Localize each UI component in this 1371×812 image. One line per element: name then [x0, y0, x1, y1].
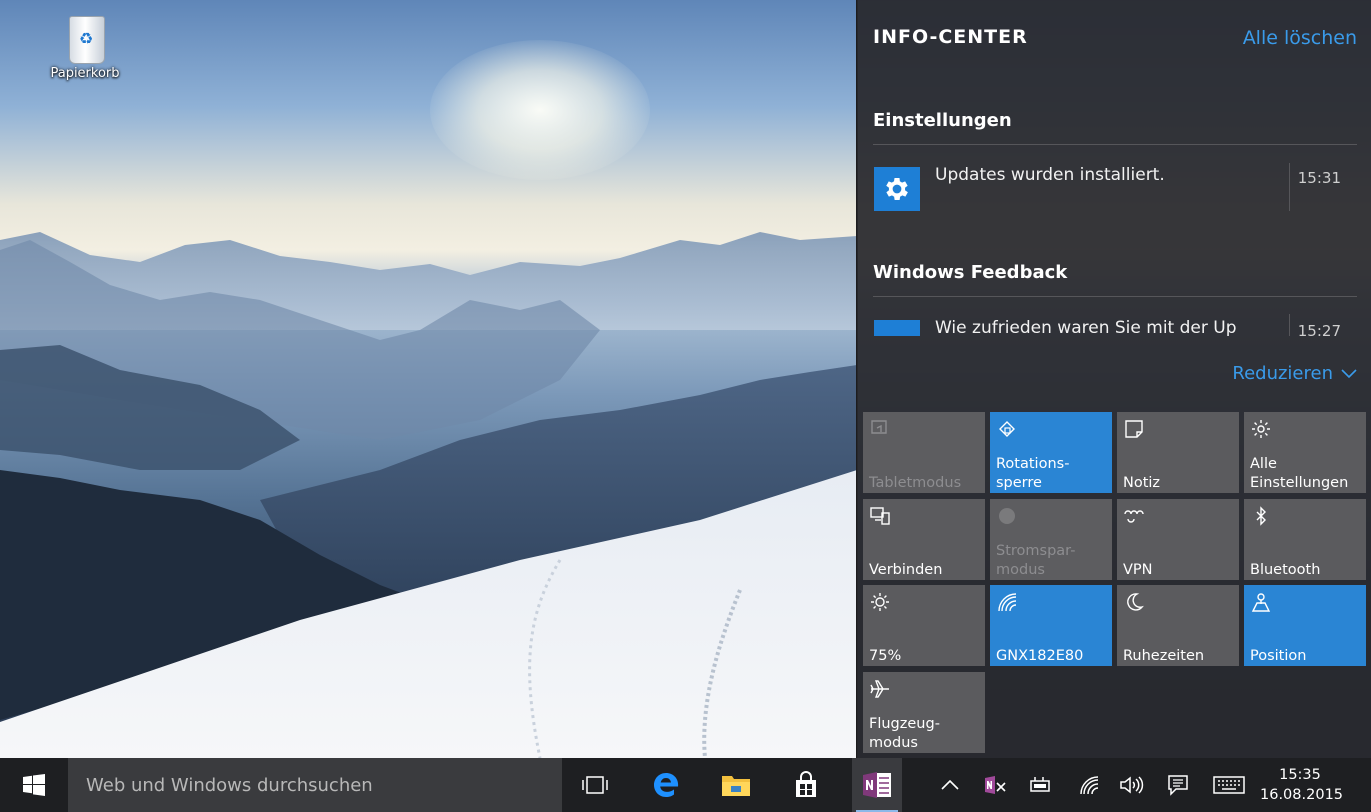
chevron-down-icon	[1341, 368, 1357, 378]
onenote-tray-icon	[985, 776, 1006, 794]
quick-action-label: VPN	[1123, 562, 1153, 578]
notification-separator	[1289, 163, 1290, 211]
wifi-icon	[996, 591, 1018, 613]
quick-action-label: Stromspar-modus	[996, 543, 1076, 578]
clear-all-link[interactable]: Alle löschen	[1243, 27, 1357, 49]
connect-icon	[869, 505, 891, 527]
onenote-tray-button[interactable]	[980, 758, 1010, 812]
edge-icon	[654, 773, 679, 797]
notification-feedback[interactable]: Wie zufrieden waren Sie mit der Up 15:27	[873, 314, 1357, 336]
group-divider	[873, 144, 1357, 145]
vpn-icon	[1123, 505, 1145, 527]
quick-action-label: Notiz	[1123, 475, 1161, 491]
quick-action-tablet-mode[interactable]: Tabletmodus	[863, 412, 985, 493]
volume-icon	[1120, 776, 1144, 794]
quick-action-label: GNX182E80	[996, 648, 1084, 664]
action-center-button[interactable]	[1162, 758, 1194, 812]
bluetooth-icon	[1250, 505, 1272, 527]
notification-text: Updates wurden installiert.	[935, 165, 1165, 185]
notification-text: Wie zufrieden waren Sie mit der Up	[935, 318, 1237, 336]
windows-logo-icon	[23, 774, 45, 796]
power-button[interactable]	[1024, 758, 1056, 812]
quick-action-location[interactable]: Position	[1244, 585, 1366, 666]
brightness-icon	[869, 591, 891, 613]
quick-action-label: 75%	[869, 648, 902, 664]
keyboard-icon	[1213, 776, 1245, 794]
quick-action-brightness[interactable]: 75%	[863, 585, 985, 666]
quick-action-battery-saver[interactable]: Stromspar-modus	[990, 499, 1112, 580]
collapse-label: Reduzieren	[1232, 363, 1333, 384]
quick-action-quiet-hours[interactable]: Ruhezeiten	[1117, 585, 1239, 666]
quick-action-bluetooth[interactable]: Bluetooth	[1244, 499, 1366, 580]
quick-action-label: Ruhezeiten	[1123, 648, 1205, 664]
airplane-icon	[869, 678, 891, 700]
settings-icon	[1250, 418, 1272, 440]
task-view-icon	[582, 776, 608, 794]
collapse-button[interactable]: Reduzieren	[1232, 363, 1357, 384]
group-title-feedback[interactable]: Windows Feedback	[873, 262, 1067, 283]
wifi-icon	[1080, 776, 1099, 795]
quick-action-note[interactable]: Notiz	[1117, 412, 1239, 493]
recycle-bin-label: Papierkorb	[50, 66, 120, 81]
quick-action-label: Alle Einstellungen	[1250, 456, 1349, 491]
file-explorer-icon	[722, 776, 750, 796]
quiet-hours-icon	[1123, 591, 1145, 613]
taskbar: Web und Windows durchsuchen 15:35 16.08.…	[0, 758, 1371, 812]
group-title-settings[interactable]: Einstellungen	[873, 110, 1012, 131]
store-icon	[796, 771, 816, 797]
quick-action-settings[interactable]: Alle Einstellungen	[1244, 412, 1366, 493]
quick-action-wifi[interactable]: GNX182E80	[990, 585, 1112, 666]
edge-button[interactable]	[642, 758, 690, 812]
quick-action-label: Rotations-sperre	[996, 456, 1070, 491]
battery-saver-icon	[996, 505, 1018, 527]
notifications-icon	[1168, 775, 1188, 796]
store-button[interactable]	[782, 758, 830, 812]
show-hidden-icons-button[interactable]	[936, 758, 964, 812]
volume-button[interactable]	[1116, 758, 1148, 812]
rotation-lock-icon	[996, 418, 1018, 440]
notification-updates[interactable]: Updates wurden installiert. 15:31	[873, 163, 1357, 219]
show-hidden-icons-icon	[941, 780, 959, 790]
notification-time: 15:27	[1297, 322, 1341, 336]
note-icon	[1123, 418, 1145, 440]
search-placeholder: Web und Windows durchsuchen	[86, 775, 373, 796]
power-icon	[1030, 777, 1050, 792]
notification-time: 15:31	[1297, 169, 1341, 187]
quick-action-vpn[interactable]: VPN	[1117, 499, 1239, 580]
quick-action-label: Verbinden	[869, 562, 943, 578]
location-icon	[1250, 591, 1272, 613]
quick-action-label: Bluetooth	[1250, 562, 1321, 578]
file-explorer-button[interactable]	[712, 758, 760, 812]
quick-action-rotation-lock[interactable]: Rotations-sperre	[990, 412, 1112, 493]
clock-time: 15:35	[1279, 767, 1321, 783]
notification-separator	[1289, 314, 1290, 336]
gear-icon	[874, 167, 920, 211]
clock-date: 16.08.2015	[1260, 787, 1344, 803]
onenote-button[interactable]	[852, 758, 902, 812]
quick-action-label: Tabletmodus	[869, 475, 962, 491]
quick-action-airplane[interactable]: Flugzeug-modus	[863, 672, 985, 753]
recycle-bin-icon: ♻	[61, 8, 109, 64]
search-box[interactable]: Web und Windows durchsuchen	[68, 758, 562, 812]
network-button[interactable]	[1074, 758, 1104, 812]
quick-action-label: Flugzeug-modus	[869, 716, 940, 751]
group-divider	[873, 296, 1357, 297]
quick-action-label: Position	[1250, 648, 1307, 664]
recycle-bin[interactable]: ♻ Papierkorb	[38, 8, 132, 81]
task-view-button[interactable]	[572, 758, 618, 812]
clock[interactable]: 15:35 16.08.2015	[1260, 765, 1344, 805]
quick-action-connect[interactable]: Verbinden	[863, 499, 985, 580]
start-button[interactable]	[0, 758, 68, 812]
onenote-icon	[863, 772, 891, 798]
action-center-title: INFO-CENTER	[873, 26, 1028, 48]
touch-keyboard-button[interactable]	[1210, 758, 1248, 812]
feedback-icon	[874, 320, 920, 336]
tablet-mode-icon	[869, 418, 891, 440]
